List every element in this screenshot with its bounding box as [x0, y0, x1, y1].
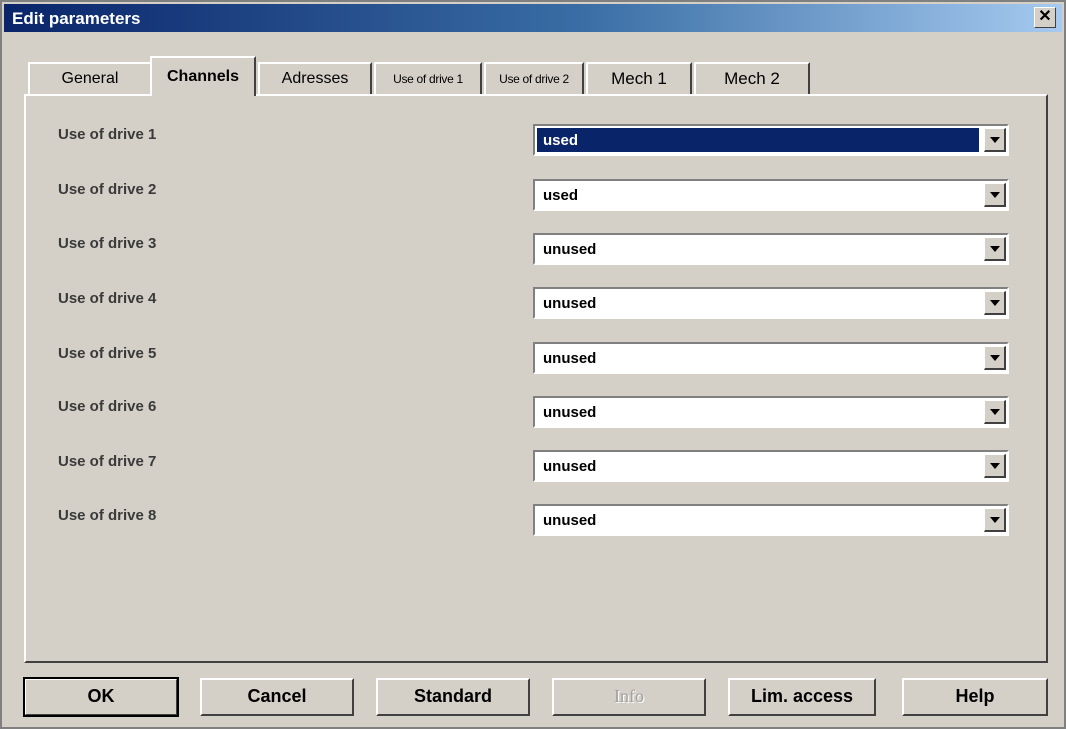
- drive-1-select[interactable]: used: [533, 124, 1009, 156]
- drive-4-value: unused: [543, 295, 597, 312]
- drive-8-value: unused: [543, 512, 597, 529]
- selection-highlight: [536, 127, 980, 153]
- chevron-down-icon[interactable]: [984, 291, 1006, 315]
- chevron-down-icon[interactable]: [984, 237, 1006, 261]
- drive-3-select[interactable]: unused: [533, 233, 1009, 265]
- drive-8-label: Use of drive 8: [58, 507, 157, 524]
- drive-3-value: unused: [543, 241, 597, 258]
- drive-4-label: Use of drive 4: [58, 290, 157, 307]
- tab-mech-2[interactable]: Mech 2: [694, 62, 810, 94]
- drive-4-select[interactable]: unused: [533, 287, 1009, 319]
- tab-label: Use of drive 1: [393, 72, 463, 86]
- window-title: Edit parameters: [12, 9, 141, 28]
- drive-5-value: unused: [543, 350, 597, 367]
- drive-2-value: used: [543, 187, 579, 204]
- drive-7-value: unused: [543, 458, 597, 475]
- tab-mech-1[interactable]: Mech 1: [586, 62, 692, 94]
- chevron-down-icon[interactable]: [984, 183, 1006, 207]
- tab-label: Mech 1: [611, 69, 667, 88]
- drive-7-select[interactable]: unused: [533, 450, 1009, 482]
- edit-parameters-dialog: Edit parameters ✕ General Channels Adres…: [0, 0, 1066, 729]
- tab-use-of-drive-1[interactable]: Use of drive 1: [374, 62, 482, 94]
- close-icon: ✕: [1038, 8, 1052, 25]
- drive-5-select[interactable]: unused: [533, 342, 1009, 374]
- help-button[interactable]: Help: [902, 678, 1048, 716]
- chevron-down-icon[interactable]: [984, 346, 1006, 370]
- lim-access-button[interactable]: Lim. access: [728, 678, 876, 716]
- chevron-down-icon[interactable]: [984, 400, 1006, 424]
- close-button[interactable]: ✕: [1034, 7, 1056, 28]
- tab-channels[interactable]: Channels: [150, 56, 256, 96]
- drive-6-label: Use of drive 6: [58, 398, 157, 415]
- drive-5-label: Use of drive 5: [58, 345, 157, 362]
- info-button: Info: [552, 678, 706, 716]
- drive-8-select[interactable]: unused: [533, 504, 1009, 536]
- tab-label: Mech 2: [724, 69, 780, 88]
- tab-label: Channels: [166, 68, 239, 85]
- drive-6-value: unused: [543, 404, 597, 421]
- drive-2-label: Use of drive 2: [58, 181, 157, 198]
- drive-2-select[interactable]: used: [533, 179, 1009, 211]
- drive-6-select[interactable]: unused: [533, 396, 1009, 428]
- title-bar[interactable]: Edit parameters ✕: [4, 4, 1062, 32]
- drive-7-label: Use of drive 7: [58, 453, 157, 470]
- drive-3-label: Use of drive 3: [58, 235, 157, 252]
- tab-label: General: [61, 70, 119, 87]
- tab-general[interactable]: General: [28, 62, 152, 94]
- standard-button[interactable]: Standard: [376, 678, 530, 716]
- chevron-down-icon[interactable]: [984, 508, 1006, 532]
- tab-use-of-drive-2[interactable]: Use of drive 2: [484, 62, 584, 94]
- drive-1-value: used: [543, 132, 579, 149]
- tab-adresses[interactable]: Adresses: [258, 62, 372, 94]
- chevron-down-icon[interactable]: [984, 454, 1006, 478]
- cancel-button[interactable]: Cancel: [200, 678, 354, 716]
- channels-panel: Use of drive 1 used Use of drive 2 used …: [24, 94, 1048, 663]
- tab-label: Adresses: [281, 70, 349, 87]
- tab-label: Use of drive 2: [499, 72, 569, 86]
- drive-1-label: Use of drive 1: [58, 126, 157, 143]
- ok-button[interactable]: OK: [23, 677, 179, 717]
- chevron-down-icon[interactable]: [984, 128, 1006, 152]
